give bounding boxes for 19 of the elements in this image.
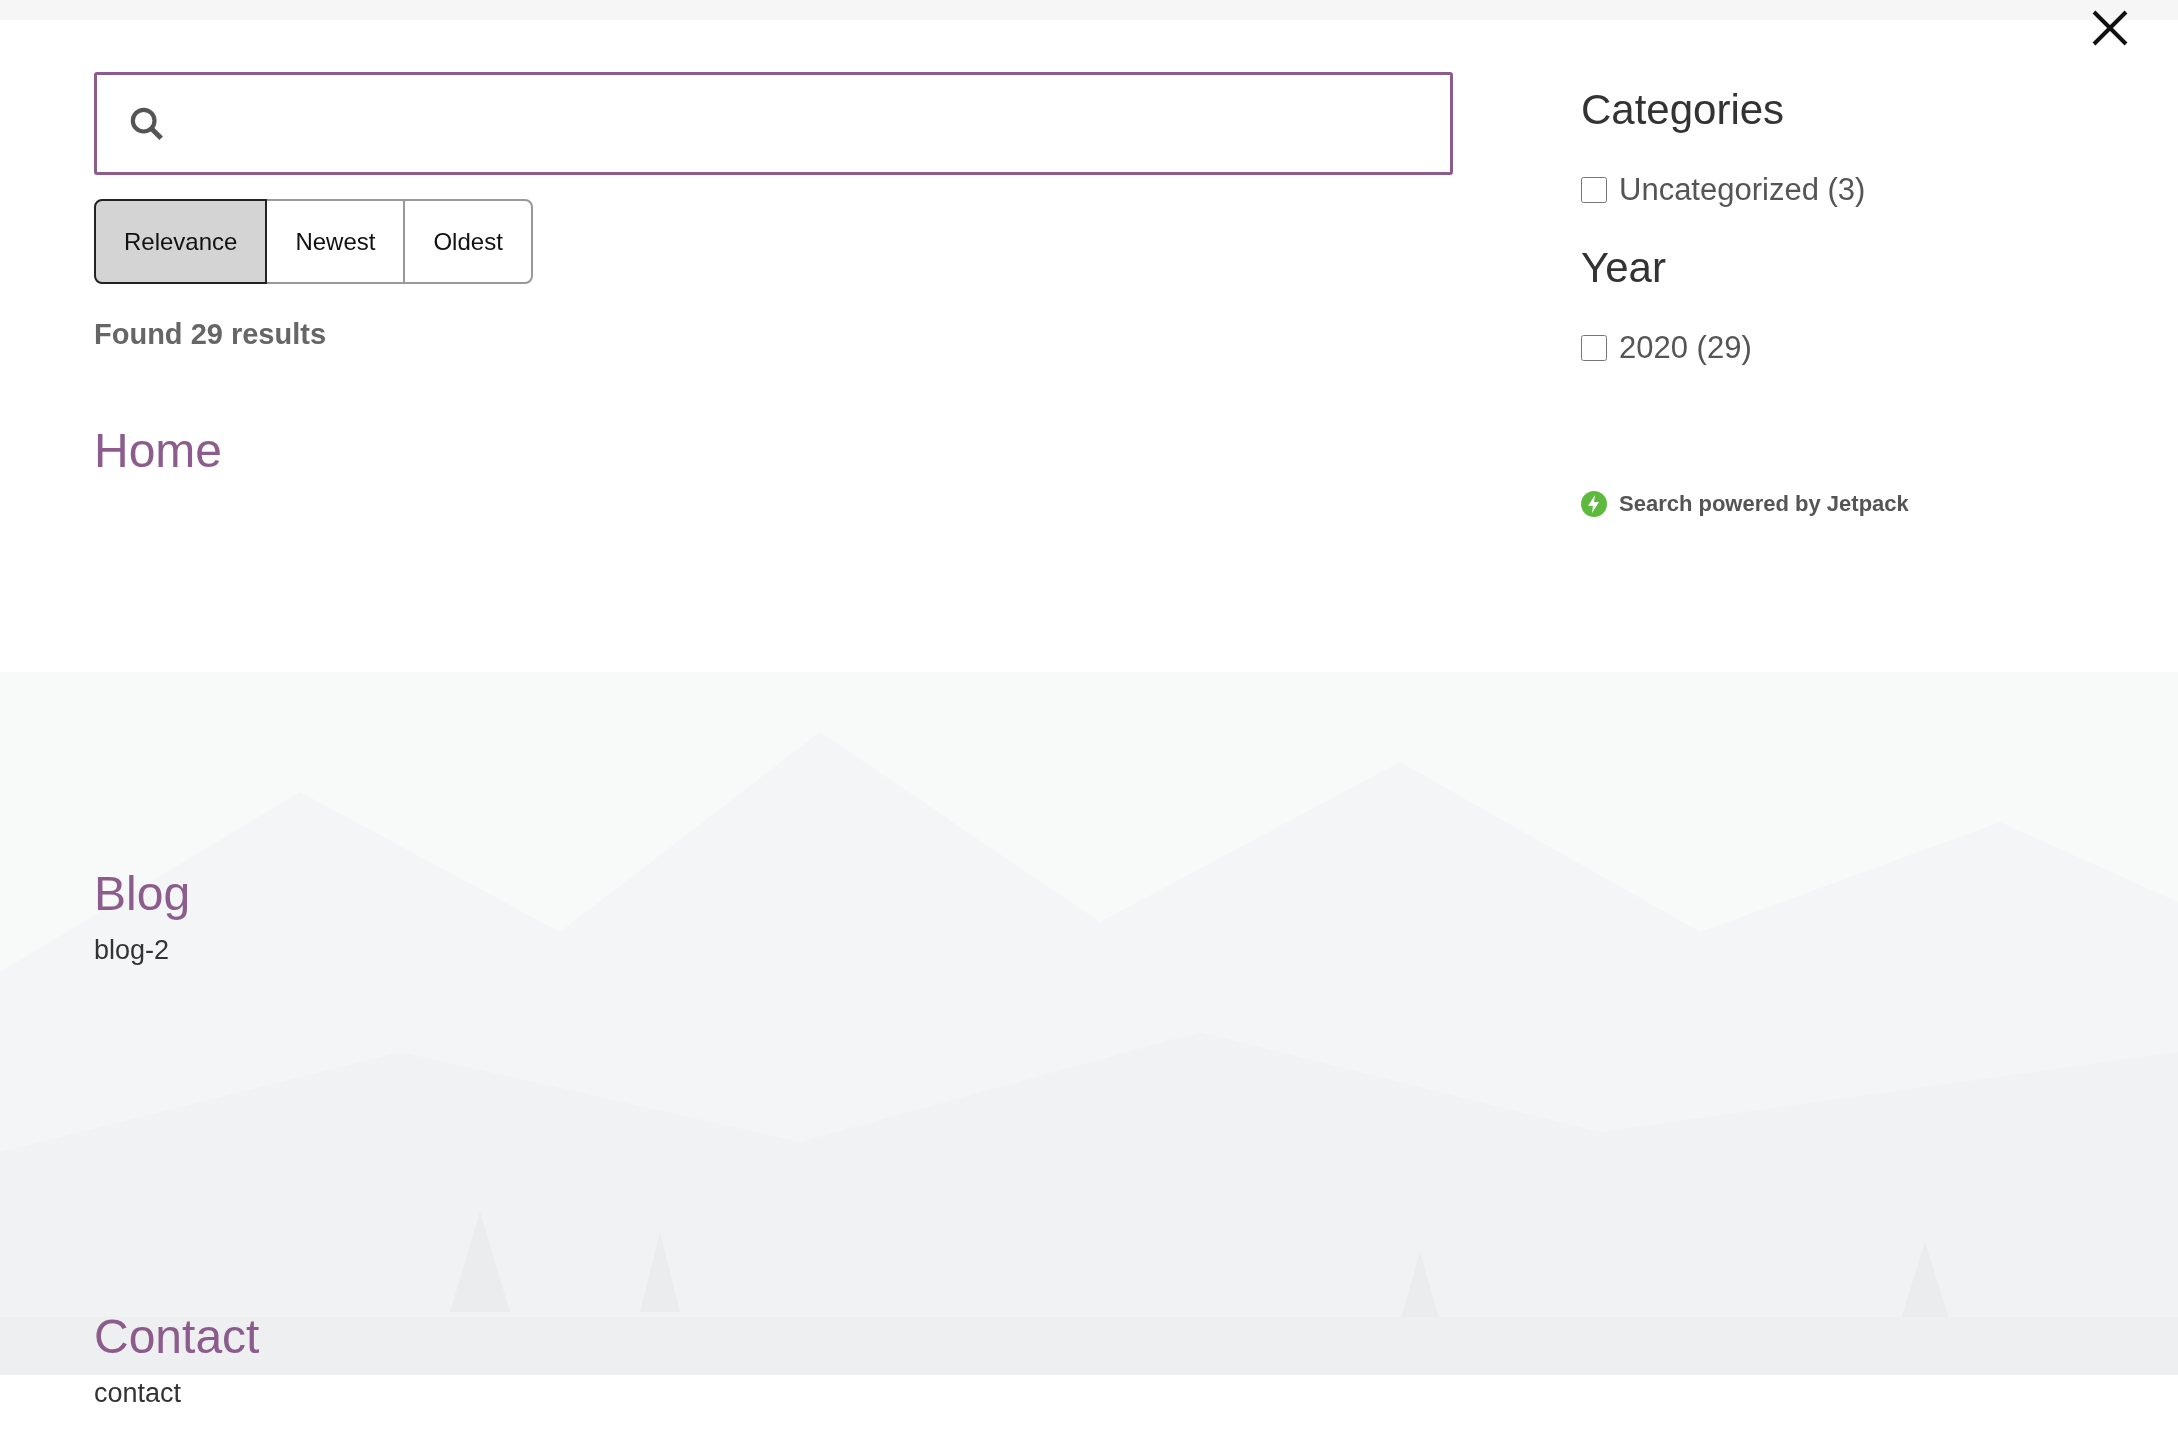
sort-tab[interactable]: Oldest [403,199,533,284]
filter-checkbox[interactable] [1581,335,1607,361]
filter-checkbox[interactable] [1581,177,1607,203]
result-excerpt: blog-2 [94,935,171,966]
sort-tab[interactable]: Newest [265,199,406,284]
filter-option[interactable]: 2020 (29) [1619,330,1752,366]
result-title[interactable]: Blog [94,866,191,921]
result-title[interactable]: Contact [94,1309,260,1364]
powered-by-text[interactable]: Search powered by Jetpack [1619,491,1909,517]
result-count: Found 29 results [94,318,328,351]
filter-heading: Year [1581,244,1667,292]
close-icon [2090,8,2130,48]
filter-option[interactable]: Uncategorized (3) [1619,172,1866,208]
sort-tab[interactable]: Relevance [94,199,268,284]
result-title[interactable]: Home [94,423,223,478]
search-field[interactable] [94,72,1453,175]
filter-heading: Categories [1581,86,1786,134]
result-excerpt: contact [94,1378,183,1409]
bolt-icon [1581,491,1607,517]
